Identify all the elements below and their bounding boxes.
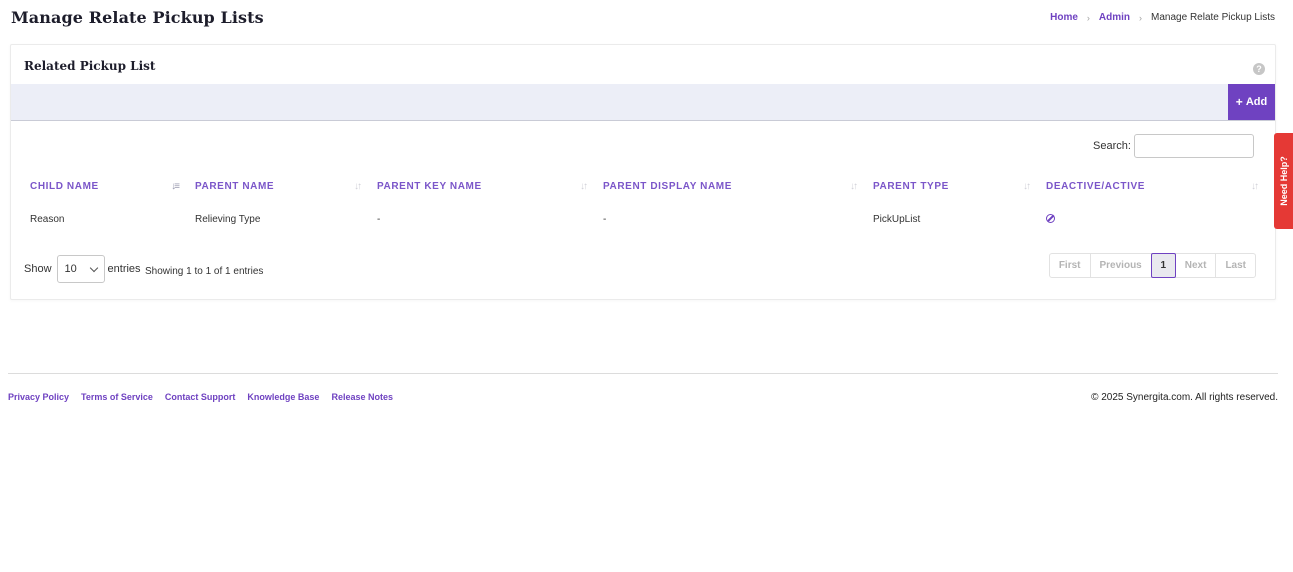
privacy-policy-link[interactable]: Privacy Policy [8, 392, 69, 402]
column-header-label: PARENT DISPLAY NAME [603, 180, 733, 192]
column-header-label: DEACTIVE/ACTIVE [1046, 180, 1146, 192]
column-header-parent-key-name[interactable]: PARENT KEY NAME ↓↑ [368, 173, 594, 199]
cell-parent-type: PickUpList [873, 213, 921, 225]
plus-icon: + [1235, 95, 1243, 109]
table-info: Showing 1 to 1 of 1 entries [145, 266, 264, 277]
pagination-next-button[interactable]: Next [1174, 253, 1217, 278]
search-label: Search: [1093, 140, 1131, 152]
deactivate-icon[interactable] [1046, 214, 1055, 224]
related-pickup-list-card: Related Pickup List ? + Add Search: CHIL… [10, 44, 1276, 300]
cell-parent-display-name: - [603, 213, 607, 225]
column-header-label: PARENT KEY NAME [377, 180, 482, 192]
toolbar: + Add [11, 84, 1275, 121]
sort-icon: ↓↑ [850, 181, 858, 192]
sort-icon: ↓↑ [580, 181, 588, 192]
column-header-parent-display-name[interactable]: PARENT DISPLAY NAME ↓↑ [594, 173, 864, 199]
footer-links: Privacy Policy Terms of Service Contact … [8, 392, 405, 402]
table-row: Reason Relieving Type - - PickUpList [21, 199, 1265, 239]
column-header-child-name[interactable]: CHILD NAME ↓≡ [21, 173, 186, 199]
pickup-list-table: CHILD NAME ↓≡ PARENT NAME ↓↑ PARENT KEY NA… [21, 173, 1265, 239]
breadcrumb-admin-link[interactable]: Admin [1099, 12, 1130, 23]
add-button-label: Add [1245, 96, 1268, 108]
chevron-down-icon [89, 263, 98, 272]
need-help-tab[interactable]: Need Help? [1274, 133, 1293, 229]
cell-parent-key-name: - [377, 213, 381, 225]
card-title: Related Pickup List [24, 59, 156, 73]
contact-support-link[interactable]: Contact Support [165, 392, 236, 402]
copyright: © 2025 Synergita.com. All rights reserve… [1091, 392, 1278, 403]
breadcrumb: Home › Admin › Manage Relate Pickup List… [1050, 12, 1275, 23]
table-header-row: CHILD NAME ↓≡ PARENT NAME ↓↑ PARENT KEY NA… [21, 173, 1265, 199]
column-header-parent-name[interactable]: PARENT NAME ↓↑ [186, 173, 368, 199]
terms-of-service-link[interactable]: Terms of Service [81, 392, 153, 402]
sort-icon: ↓↑ [354, 181, 362, 192]
footer-divider [8, 373, 1278, 374]
sort-icon: ↓↑ [1251, 181, 1259, 192]
pagination-last-button[interactable]: Last [1215, 253, 1256, 278]
column-header-label: CHILD NAME [30, 180, 99, 192]
cell-parent-name: Relieving Type [195, 213, 261, 225]
breadcrumb-separator-icon: › [1139, 12, 1143, 23]
page-title: Manage Relate Pickup Lists [11, 8, 264, 27]
column-header-label: PARENT NAME [195, 180, 275, 192]
pagination-previous-button[interactable]: Previous [1089, 253, 1152, 278]
page-size-select[interactable]: 10 [56, 255, 105, 283]
pagination-first-button[interactable]: First [1048, 253, 1091, 278]
knowledge-base-link[interactable]: Knowledge Base [247, 392, 319, 402]
column-header-deactive-active[interactable]: DEACTIVE/ACTIVE ↓↑ [1037, 173, 1265, 199]
breadcrumb-separator-icon: › [1086, 12, 1090, 23]
entries-label: entries [107, 263, 141, 275]
column-header-parent-type[interactable]: PARENT TYPE ↓↑ [864, 173, 1037, 199]
cell-status [1037, 199, 1265, 239]
add-button[interactable]: + Add [1228, 84, 1275, 120]
length-menu: Show 10 entries [24, 255, 141, 283]
need-help-label: Need Help? [1278, 156, 1289, 206]
sort-asc-icon: ↓≡ [171, 181, 180, 192]
pagination: First Previous 1 Next Last [1048, 253, 1256, 278]
cell-child-name: Reason [30, 213, 65, 225]
release-notes-link[interactable]: Release Notes [331, 392, 393, 402]
page-size-value: 10 [64, 263, 77, 275]
search-input[interactable] [1134, 134, 1254, 158]
breadcrumb-home-link[interactable]: Home [1050, 12, 1078, 23]
breadcrumb-current: Manage Relate Pickup Lists [1151, 12, 1275, 23]
show-label: Show [24, 263, 52, 275]
pagination-page-button[interactable]: 1 [1150, 253, 1176, 278]
column-header-label: PARENT TYPE [873, 180, 949, 192]
sort-icon: ↓↑ [1023, 181, 1031, 192]
help-icon[interactable]: ? [1253, 63, 1265, 75]
